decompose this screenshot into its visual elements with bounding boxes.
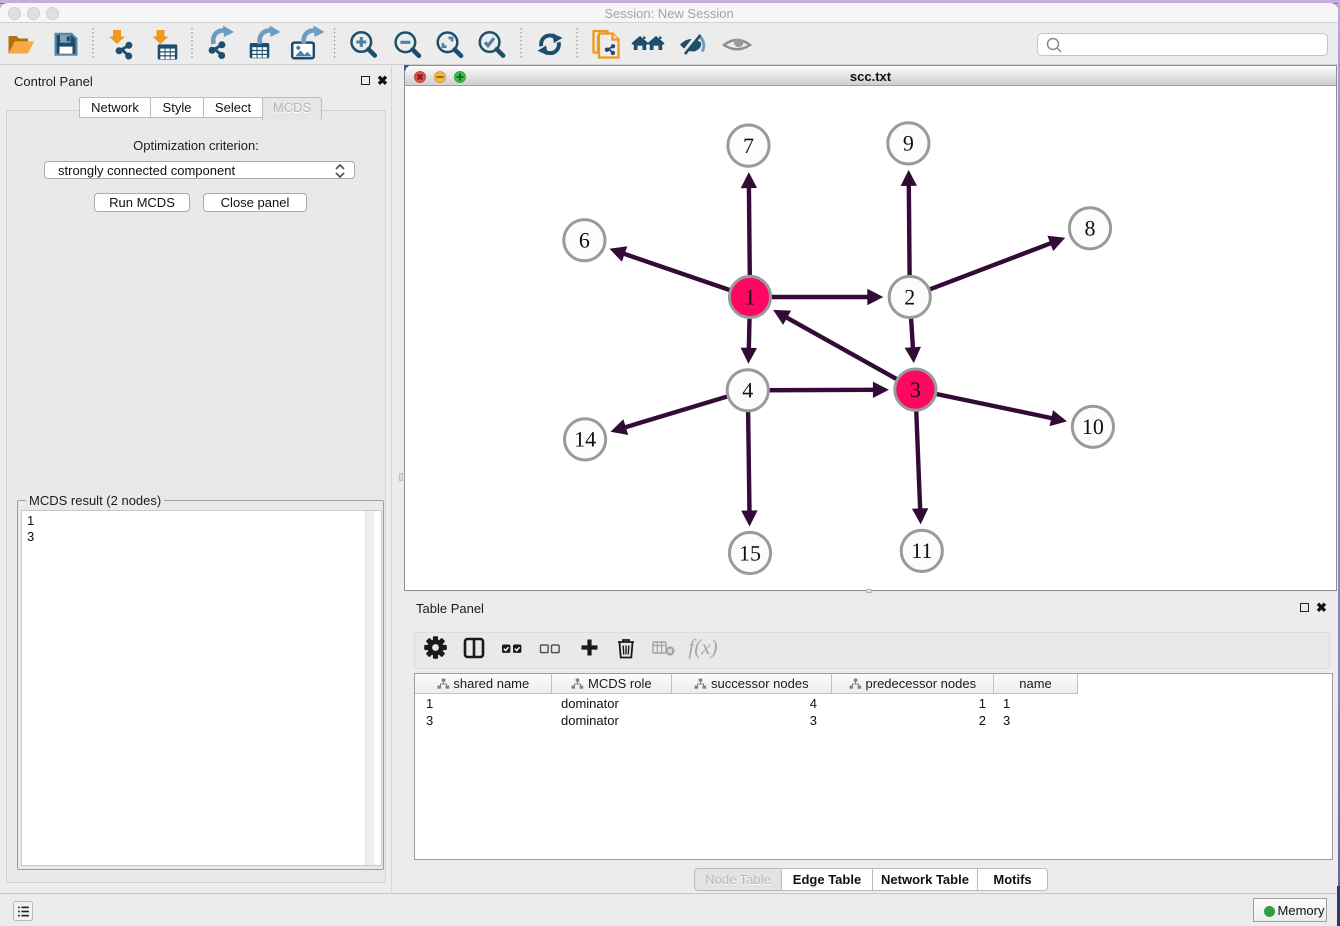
svg-text:8: 8 <box>1085 216 1096 241</box>
svg-text:2: 2 <box>904 284 915 309</box>
svg-text:1: 1 <box>745 284 756 309</box>
svg-text:4: 4 <box>742 378 753 403</box>
svg-text:6: 6 <box>579 228 590 253</box>
svg-text:15: 15 <box>739 540 761 565</box>
svg-text:14: 14 <box>574 427 596 452</box>
svg-text:7: 7 <box>743 133 754 158</box>
svg-text:9: 9 <box>903 131 914 156</box>
svg-text:3: 3 <box>910 377 921 402</box>
svg-text:10: 10 <box>1082 414 1104 439</box>
svg-text:11: 11 <box>911 538 932 563</box>
